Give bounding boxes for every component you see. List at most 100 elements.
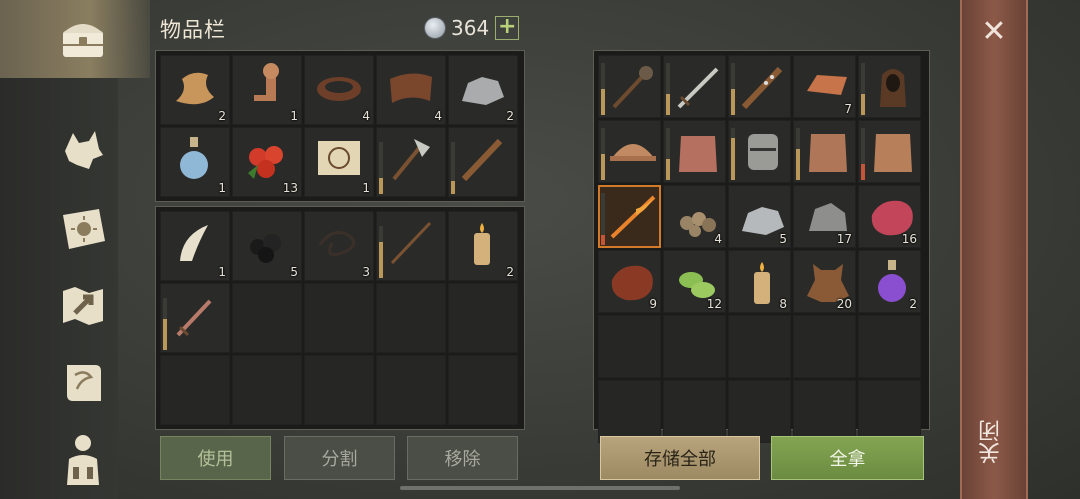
item-slot[interactable]: 3	[304, 211, 374, 281]
empty-slot[interactable]	[160, 355, 230, 425]
durability-bar	[731, 128, 735, 180]
item-slot[interactable]: 5	[232, 211, 302, 281]
item-slot[interactable]: 1	[160, 127, 230, 197]
item-count: 7	[844, 102, 852, 116]
empty-slot[interactable]	[232, 283, 302, 353]
item-slot[interactable]: 8	[728, 250, 791, 313]
empty-slot[interactable]	[448, 283, 518, 353]
character-icon[interactable]	[50, 426, 116, 492]
item-slot[interactable]: 1	[160, 211, 230, 281]
empty-slot[interactable]	[598, 315, 661, 378]
item-slot[interactable]: 2	[448, 55, 518, 125]
storage-panel: 7 4 5 17 16 9 12 8 20 2	[593, 50, 930, 443]
inventory-chest-icon[interactable]	[50, 6, 116, 72]
store-all-button[interactable]: 存储全部	[600, 436, 760, 480]
item-slot[interactable]	[160, 283, 230, 353]
empty-slot[interactable]	[858, 315, 921, 378]
durability-bar	[861, 63, 865, 115]
remove-button[interactable]: 移除	[407, 436, 518, 480]
empty-slot[interactable]	[793, 380, 856, 443]
item-slot[interactable]: 2	[160, 55, 230, 125]
item-count: 4	[434, 109, 442, 123]
item-slot[interactable]: 4	[376, 55, 446, 125]
wolf-pet-icon[interactable]	[50, 116, 116, 182]
item-slot[interactable]	[858, 55, 921, 118]
item-slot[interactable]: 1	[232, 55, 302, 125]
close-bar[interactable]: ✕ 关闭	[960, 0, 1028, 499]
empty-slot[interactable]	[232, 355, 302, 425]
leather-icon	[390, 73, 432, 103]
potion-bottle-icon	[180, 137, 208, 179]
item-slot[interactable]: 17	[793, 185, 856, 248]
empty-slot[interactable]	[793, 315, 856, 378]
stone-icon	[462, 77, 504, 105]
close-icon[interactable]: ✕	[962, 14, 1026, 54]
empty-slot[interactable]	[304, 355, 374, 425]
item-slot[interactable]	[858, 120, 921, 183]
spear-icon	[390, 221, 432, 265]
item-slot[interactable]: 12	[663, 250, 726, 313]
add-coins-button[interactable]: +	[495, 16, 520, 40]
item-count: 1	[218, 265, 226, 279]
empty-slot[interactable]	[858, 380, 921, 443]
empty-slot[interactable]	[728, 315, 791, 378]
durability-bar	[666, 63, 670, 115]
item-slot[interactable]	[376, 127, 446, 197]
item-count: 2	[218, 109, 226, 123]
hood-icon	[880, 69, 906, 107]
empty-slot[interactable]	[304, 283, 374, 353]
empty-slot[interactable]	[598, 380, 661, 443]
page-title: 物品栏	[160, 18, 226, 42]
item-slot[interactable]: 9	[598, 250, 661, 313]
item-count: 5	[779, 232, 787, 246]
item-slot[interactable]: 4	[304, 55, 374, 125]
item-slot[interactable]	[598, 185, 661, 248]
item-slot[interactable]: 16	[858, 185, 921, 248]
coin-amount: 364	[451, 16, 490, 40]
item-slot[interactable]: 1	[304, 127, 374, 197]
scroll-handle[interactable]	[400, 486, 680, 490]
empty-slot[interactable]	[376, 283, 446, 353]
empty-slot[interactable]	[728, 380, 791, 443]
key-icon	[254, 63, 279, 101]
chain-armor-icon	[874, 134, 912, 172]
craft-map-icon[interactable]	[50, 272, 116, 338]
item-slot[interactable]	[376, 211, 446, 281]
take-all-button[interactable]: 全拿	[771, 436, 924, 480]
dagger-icon	[176, 299, 212, 337]
item-slot[interactable]: 5	[728, 185, 791, 248]
item-slot[interactable]: 2	[858, 250, 921, 313]
item-slot[interactable]	[663, 55, 726, 118]
quest-scroll-icon[interactable]	[50, 350, 116, 416]
item-slot[interactable]: 13	[232, 127, 302, 197]
durability-bar	[601, 128, 605, 180]
sun-book-icon[interactable]	[50, 196, 116, 262]
berries-icon	[248, 146, 283, 179]
empty-slot[interactable]	[376, 355, 446, 425]
empty-slot[interactable]	[663, 380, 726, 443]
item-count: 1	[218, 181, 226, 195]
item-slot[interactable]	[448, 127, 518, 197]
durability-bar	[601, 63, 605, 115]
chain-shirt-icon	[809, 134, 847, 172]
item-slot[interactable]: 4	[663, 185, 726, 248]
use-button[interactable]: 使用	[160, 436, 271, 480]
empty-slot[interactable]	[448, 355, 518, 425]
item-slot[interactable]	[663, 120, 726, 183]
item-count: 9	[649, 297, 657, 311]
item-count: 20	[836, 297, 852, 311]
item-slot[interactable]	[598, 55, 661, 118]
item-slot[interactable]: 2	[448, 211, 518, 281]
mace-icon	[612, 66, 653, 109]
item-slot[interactable]	[598, 120, 661, 183]
split-button[interactable]: 分割	[284, 436, 395, 480]
rope-icon	[318, 231, 356, 257]
close-label[interactable]: 关闭	[976, 420, 1012, 464]
item-slot[interactable]: 7	[793, 55, 856, 118]
item-slot[interactable]	[728, 120, 791, 183]
item-count: 4	[714, 232, 722, 246]
item-slot[interactable]	[793, 120, 856, 183]
item-slot[interactable]	[728, 55, 791, 118]
empty-slot[interactable]	[663, 315, 726, 378]
item-slot[interactable]: 20	[793, 250, 856, 313]
